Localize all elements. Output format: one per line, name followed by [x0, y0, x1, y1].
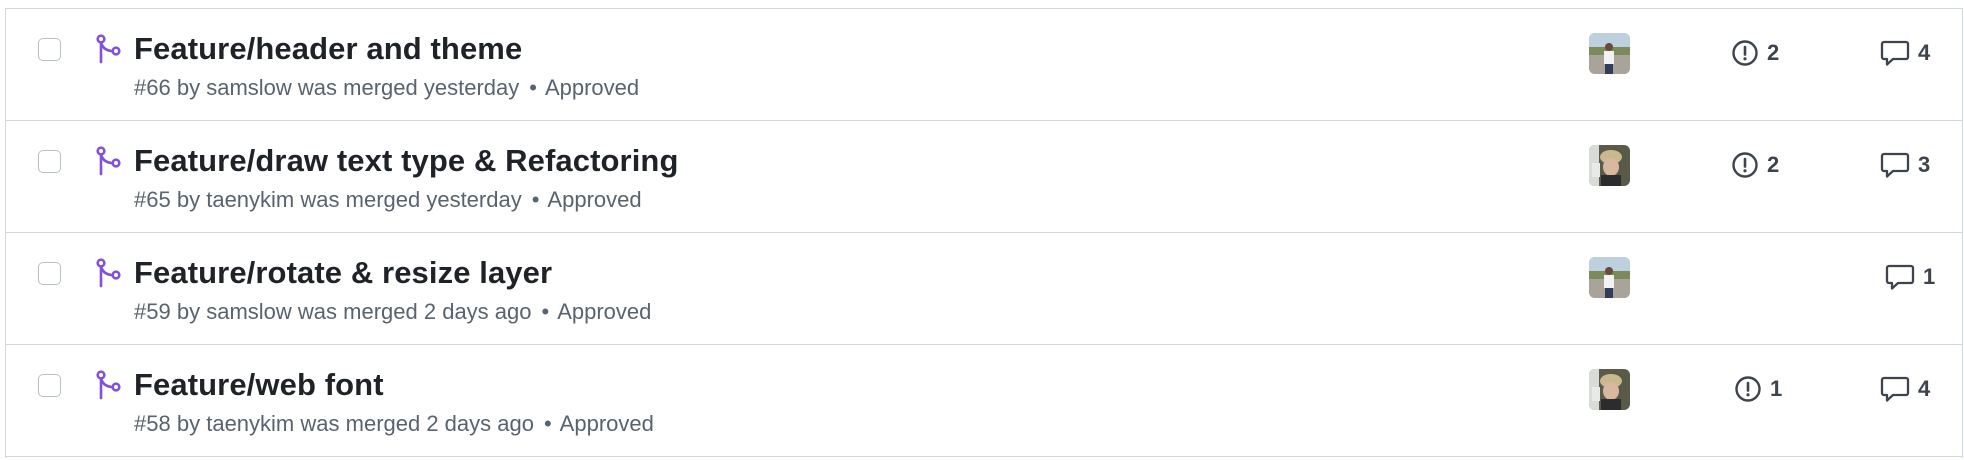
linked-issues-count: 1: [1770, 376, 1783, 401]
comment-icon: [1880, 40, 1910, 66]
review-status-link[interactable]: Approved: [547, 187, 641, 212]
pull-request-meta: #59 by samslow was merged 2 days ago • App…: [134, 299, 651, 325]
by-label: by: [176, 187, 201, 212]
linked-issues[interactable]: 2: [1731, 151, 1779, 179]
linked-issues-count: 2: [1767, 152, 1780, 177]
select-checkbox[interactable]: [38, 150, 61, 173]
meta-separator: •: [529, 75, 537, 100]
comment-icon: [1880, 376, 1910, 402]
meta-separator: •: [541, 299, 550, 324]
assignee-avatar[interactable]: [1589, 369, 1630, 410]
pull-request-row[interactable]: Feature/draw text type & Refactoring #65…: [6, 121, 1962, 233]
author-link[interactable]: samslow: [206, 75, 292, 100]
linked-issues[interactable]: 2: [1731, 39, 1779, 67]
comments[interactable]: 3: [1880, 151, 1930, 179]
git-merge-icon: [96, 34, 121, 64]
pull-request-title[interactable]: Feature/web font: [134, 367, 384, 403]
author-link[interactable]: samslow: [206, 299, 292, 324]
comment-icon: [1885, 264, 1915, 290]
by-label: by: [176, 75, 201, 100]
comments[interactable]: 4: [1880, 39, 1930, 67]
pull-request-meta: #58 by taenykim was merged 2 days ago • Ap…: [134, 411, 654, 437]
comments-count: 3: [1918, 152, 1931, 177]
by-label: by: [176, 411, 201, 436]
pull-request-row[interactable]: Feature/header and theme #66 by samslow …: [6, 9, 1962, 121]
merged-status-text[interactable]: was merged yesterday: [300, 187, 521, 212]
pull-request-list: Feature/header and theme #66 by samslow …: [5, 8, 1963, 458]
comments-count: 4: [1918, 376, 1931, 401]
pull-request-number: #59: [134, 299, 171, 324]
pull-request-row[interactable]: Feature/rotate & resize layer #59 by sam…: [6, 233, 1962, 345]
comments[interactable]: 1: [1885, 263, 1935, 291]
issue-opened-icon: [1732, 40, 1758, 66]
merged-status-text[interactable]: was merged 2 days ago: [300, 411, 534, 436]
pull-request-title[interactable]: Feature/header and theme: [134, 31, 522, 67]
pull-request-number: #65: [134, 187, 171, 212]
git-merge-icon: [96, 146, 121, 176]
select-checkbox[interactable]: [38, 374, 61, 397]
comments-count: 1: [1923, 264, 1936, 289]
assignee-avatar[interactable]: [1589, 145, 1630, 186]
git-merge-icon: [96, 258, 121, 288]
issue-opened-icon: [1735, 376, 1761, 402]
pull-request-title[interactable]: Feature/draw text type & Refactoring: [134, 143, 679, 179]
review-status-link[interactable]: Approved: [545, 75, 639, 100]
pull-request-row[interactable]: Feature/web font #58 by taenykim was mer…: [6, 345, 1962, 457]
pull-request-meta: #65 by taenykim was merged yesterday • App…: [134, 187, 642, 213]
pull-request-number: #58: [134, 411, 171, 436]
select-checkbox[interactable]: [38, 38, 61, 61]
git-merge-icon: [96, 370, 121, 400]
pull-request-number: #66: [134, 75, 171, 100]
assignee-avatar[interactable]: [1589, 257, 1630, 298]
select-checkbox[interactable]: [38, 262, 61, 285]
review-status-link[interactable]: Approved: [557, 299, 651, 324]
assignee-avatar[interactable]: [1589, 33, 1630, 74]
by-label: by: [176, 299, 201, 324]
author-link[interactable]: taenykim: [206, 187, 294, 212]
pull-request-meta: #66 by samslow was merged yesterday • Appr…: [134, 75, 639, 101]
merged-status-text[interactable]: was merged 2 days ago: [298, 299, 532, 324]
meta-separator: •: [531, 187, 540, 212]
comment-icon: [1880, 152, 1910, 178]
meta-separator: •: [543, 411, 552, 436]
pull-request-title[interactable]: Feature/rotate & resize layer: [134, 255, 552, 291]
linked-issues-count: 2: [1767, 40, 1780, 65]
merged-status-text[interactable]: was merged yesterday: [298, 75, 519, 100]
linked-issues[interactable]: 1: [1734, 375, 1782, 403]
comments[interactable]: 4: [1880, 375, 1930, 403]
comments-count: 4: [1918, 40, 1931, 65]
author-link[interactable]: taenykim: [206, 411, 294, 436]
issue-opened-icon: [1732, 152, 1758, 178]
review-status-link[interactable]: Approved: [560, 411, 654, 436]
